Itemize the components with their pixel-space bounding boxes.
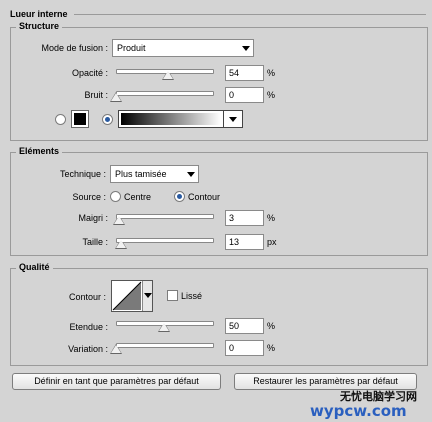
technique-value: Plus tamisée (115, 169, 167, 179)
antialias-label: Lissé (181, 291, 203, 301)
source-center-label: Centre (124, 192, 152, 202)
source-label: Source : (72, 192, 106, 202)
contour-curve-icon (112, 281, 142, 311)
opacity-unit: % (267, 68, 276, 78)
blend-mode-select[interactable]: Produit (112, 39, 254, 57)
quality-legend: Qualité (16, 262, 53, 272)
range-input[interactable]: 50 (225, 318, 264, 334)
range-unit: % (267, 321, 276, 331)
contour-label: Contour : (68, 292, 106, 302)
choke-slider[interactable] (116, 214, 214, 219)
size-slider[interactable] (116, 238, 214, 243)
chevron-down-icon (241, 43, 251, 53)
color-swatch-frame[interactable] (71, 110, 89, 128)
antialias-checkbox[interactable] (167, 290, 178, 301)
chevron-down-icon (143, 290, 152, 300)
opacity-input[interactable]: 54 (225, 65, 264, 81)
elements-legend: Eléments (16, 146, 63, 156)
source-contour-radio[interactable] (174, 191, 185, 202)
contour-dropdown-button[interactable] (142, 281, 152, 311)
source-contour-label: Contour (188, 192, 221, 202)
gradient-picker[interactable] (118, 110, 243, 128)
noise-slider-thumb[interactable] (110, 92, 122, 102)
opacity-label: Opacité : (71, 68, 108, 78)
blend-mode-label: Mode de fusion : (41, 43, 108, 53)
noise-unit: % (267, 90, 276, 100)
jitter-input[interactable]: 0 (225, 340, 264, 356)
size-unit: px (267, 237, 277, 247)
title-divider (74, 14, 426, 15)
choke-unit: % (267, 213, 276, 223)
technique-label: Technique : (59, 169, 106, 179)
source-center-radio[interactable] (110, 191, 121, 202)
range-label: Etendue : (69, 322, 108, 332)
set-default-button[interactable]: Définir en tant que paramètres par défau… (12, 373, 221, 390)
size-label: Taille : (82, 237, 108, 247)
chevron-down-icon (228, 114, 238, 124)
chevron-down-icon (186, 169, 196, 179)
gradient-dropdown-button[interactable] (223, 111, 242, 127)
opacity-slider-thumb[interactable] (161, 70, 174, 80)
watermark-url: wypcw.com (310, 402, 407, 420)
blend-mode-value: Produit (117, 43, 146, 53)
color-mode-solid-radio[interactable] (55, 114, 66, 125)
noise-slider[interactable] (116, 91, 214, 96)
range-slider-thumb[interactable] (158, 322, 170, 332)
choke-slider-thumb[interactable] (112, 215, 125, 225)
noise-input[interactable]: 0 (225, 87, 264, 103)
jitter-label: Variation : (68, 344, 108, 354)
jitter-slider[interactable] (116, 343, 214, 348)
size-input[interactable]: 13 (225, 234, 264, 250)
color-swatch (74, 113, 86, 125)
structure-legend: Structure (16, 21, 63, 31)
noise-label: Bruit : (84, 90, 108, 100)
choke-input[interactable]: 3 (225, 210, 264, 226)
color-mode-gradient-radio[interactable] (102, 114, 113, 125)
jitter-slider-thumb[interactable] (110, 344, 122, 354)
panel-title: Lueur interne (10, 9, 68, 19)
choke-label: Maigri : (78, 213, 108, 223)
technique-select[interactable]: Plus tamisée (110, 165, 199, 183)
gradient-preview (121, 113, 221, 125)
contour-picker[interactable] (111, 280, 153, 312)
size-slider-thumb[interactable] (114, 239, 127, 249)
jitter-unit: % (267, 343, 276, 353)
